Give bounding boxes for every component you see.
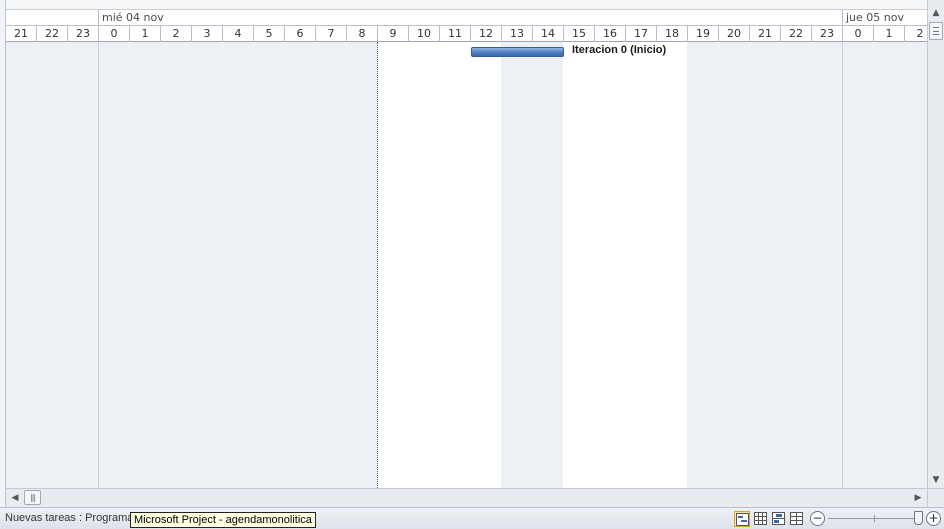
hour-label: 1 <box>873 26 904 42</box>
vertical-scrollbar[interactable]: ▲ ▼ <box>927 0 944 488</box>
hour-label: 23 <box>67 26 98 42</box>
timescale-day-tier: mié 04 nov jue 05 nov <box>6 10 927 26</box>
hour-label: 9 <box>377 26 408 42</box>
hour-label: 8 <box>346 26 377 42</box>
gantt-chart-area[interactable]: Iteracion 0 (Inicio) <box>6 42 927 488</box>
scroll-up-arrow-icon[interactable]: ▲ <box>928 6 944 20</box>
new-tasks-mode-status[interactable]: Nuevas tareas : Programa <box>5 512 133 524</box>
day-label-thu: jue 05 nov <box>842 10 927 26</box>
hour-label: 22 <box>36 26 67 42</box>
hour-label: 17 <box>625 26 656 42</box>
resource-sheet-view-icon[interactable] <box>789 511 805 527</box>
hour-label: 21 <box>6 26 36 42</box>
hour-label: 10 <box>408 26 439 42</box>
task-bar[interactable] <box>471 47 564 57</box>
timescale-hour-tier: 21 22 23 0 1 2 3 4 5 6 7 8 9 10 11 12 13 14 15 16 17 18 19 20 21… <box>6 26 927 42</box>
scroll-right-arrow-icon[interactable]: ▶ <box>911 491 925 505</box>
day-divider <box>842 42 843 488</box>
hour-label: 2 <box>904 26 927 42</box>
hour-label: 21 <box>749 26 780 42</box>
hour-label: 5 <box>253 26 284 42</box>
hour-label: 15 <box>563 26 594 42</box>
day-divider <box>98 42 99 488</box>
hour-label: 18 <box>656 26 687 42</box>
zoom-out-icon[interactable]: − <box>810 511 825 526</box>
gantt-chart-view-icon[interactable] <box>734 511 750 527</box>
working-time-band <box>377 42 501 488</box>
hour-label: 7 <box>315 26 346 42</box>
hour-label: 16 <box>594 26 625 42</box>
hour-label: 0 <box>842 26 873 42</box>
hour-label: 11 <box>439 26 470 42</box>
timescale-top-strip <box>6 0 927 10</box>
hour-label: 20 <box>718 26 749 42</box>
vertical-scroll-thumb[interactable] <box>929 22 943 40</box>
scrollbar-corner <box>927 488 944 507</box>
zoom-slider-center-tick <box>874 515 875 522</box>
day-label-wed: mié 04 nov <box>98 10 842 26</box>
zoom-slider-thumb[interactable] <box>914 511 923 525</box>
hour-label: 14 <box>532 26 563 42</box>
gantt-chart-window: mié 04 nov jue 05 nov 21 22 23 0 1 2 3 4 5 6 7 8 9 10… <box>0 0 944 529</box>
status-bar: Nuevas tareas : Programa Microsoft Proje… <box>0 507 944 529</box>
hour-label: 2 <box>160 26 191 42</box>
scroll-down-arrow-icon[interactable]: ▼ <box>928 474 944 486</box>
zoom-in-icon[interactable]: + <box>926 511 941 526</box>
hour-label: 12 <box>470 26 501 42</box>
taskbar-tooltip: Microsoft Project - agendamonolitica <box>130 512 316 528</box>
hour-label: 13 <box>501 26 532 42</box>
hour-label: 6 <box>284 26 315 42</box>
hour-label: 23 <box>811 26 842 42</box>
working-time-band <box>563 42 687 488</box>
hour-label: 4 <box>222 26 253 42</box>
timescale-header[interactable]: mié 04 nov jue 05 nov 21 22 23 0 1 2 3 4 5 6 7 8 9 10… <box>6 0 927 42</box>
hour-label: 22 <box>780 26 811 42</box>
task-bar-label: Iteracion 0 (Inicio) <box>572 44 667 56</box>
horizontal-scrollbar[interactable]: ◀ ||| ▶ <box>6 488 927 507</box>
scroll-left-arrow-icon[interactable]: ◀ <box>8 491 22 505</box>
current-date-line <box>377 42 378 488</box>
team-planner-view-icon[interactable] <box>771 511 787 527</box>
hour-label: 0 <box>98 26 129 42</box>
hour-label: 3 <box>191 26 222 42</box>
task-usage-view-icon[interactable] <box>753 511 769 527</box>
hour-label: 19 <box>687 26 718 42</box>
grip-icon <box>933 27 939 35</box>
horizontal-scroll-thumb[interactable]: ||| <box>24 490 41 505</box>
day-label-prev <box>6 10 99 26</box>
hour-label: 1 <box>129 26 160 42</box>
